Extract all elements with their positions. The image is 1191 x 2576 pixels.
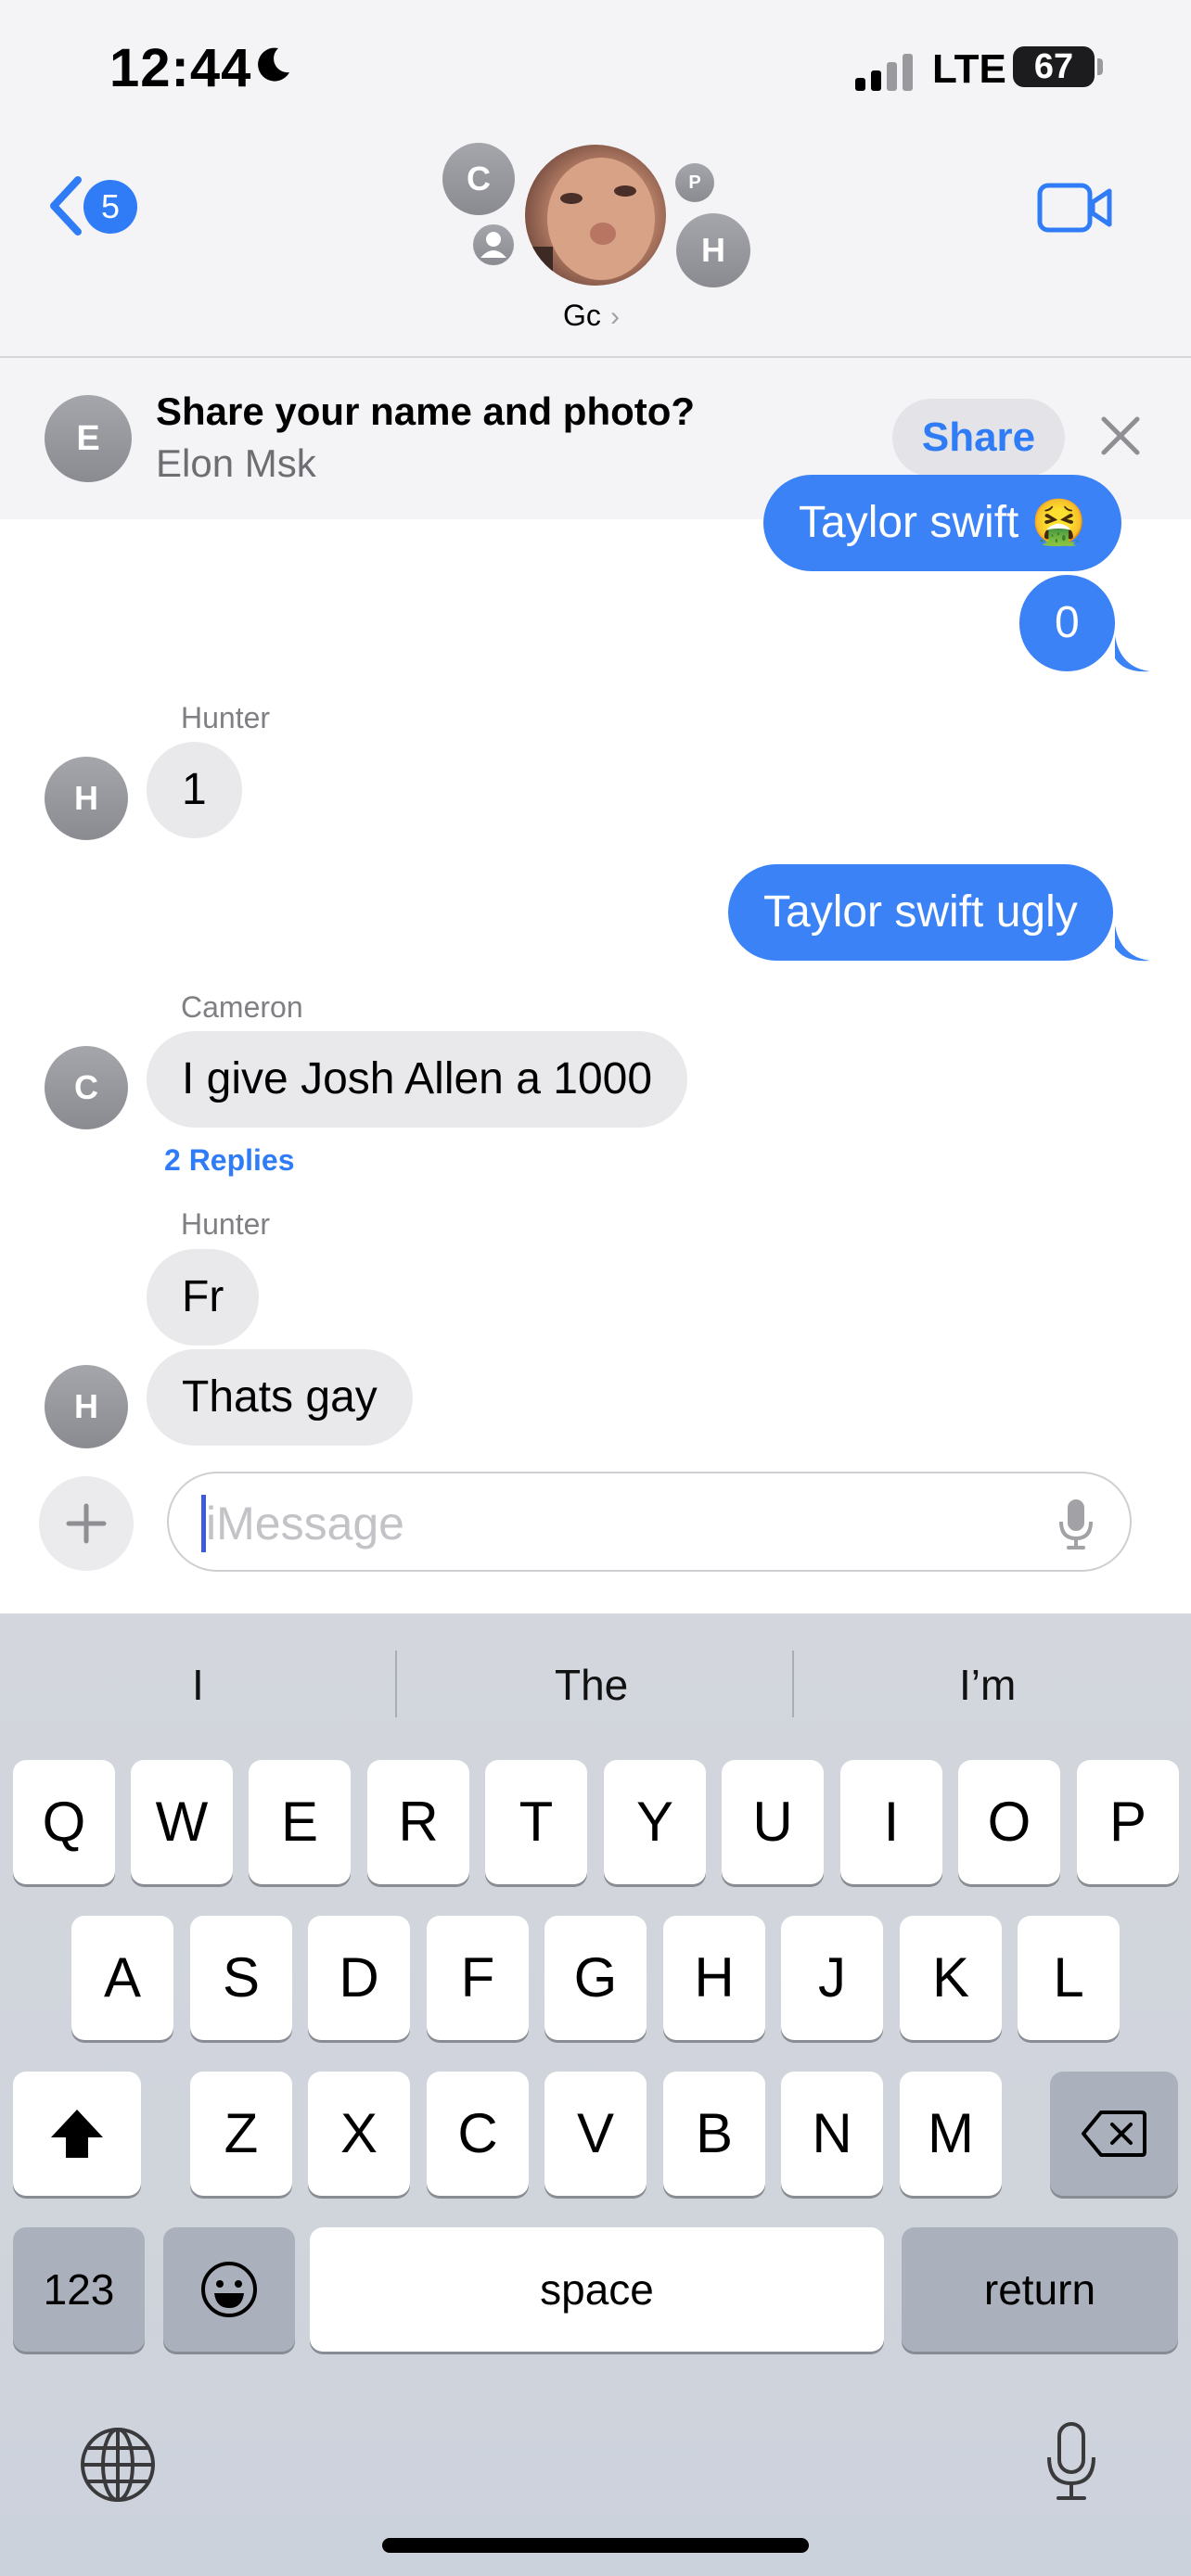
key-h[interactable]: H	[663, 1916, 765, 2040]
sender-name: Hunter	[181, 1207, 271, 1241]
cellular-signal-icon	[855, 54, 913, 91]
key-a[interactable]: A	[71, 1916, 173, 2040]
emoji-key[interactable]	[163, 2227, 295, 2352]
delete-icon	[1082, 2111, 1146, 2157]
video-call-icon[interactable]	[1037, 182, 1113, 234]
bubble-tail	[1115, 925, 1150, 962]
emoji-icon	[201, 2262, 257, 2317]
key-f[interactable]: F	[427, 1916, 529, 2040]
moon-icon	[258, 47, 289, 82]
key-l[interactable]: L	[1018, 1916, 1120, 2040]
replies-link[interactable]: 2 Replies	[164, 1143, 295, 1178]
back-chevron-icon[interactable]	[46, 176, 83, 236]
key-c[interactable]: C	[427, 2072, 529, 2196]
sender-name: Cameron	[181, 990, 303, 1024]
key-p[interactable]: P	[1077, 1760, 1179, 1884]
delete-key[interactable]	[1050, 2072, 1178, 2196]
dictation-mic-icon[interactable]	[1057, 1498, 1095, 1551]
key-d[interactable]: D	[308, 1916, 410, 2040]
suggestion-divider	[395, 1651, 397, 1717]
plus-icon	[66, 1503, 107, 1544]
chevron-right-icon[interactable]: ›	[610, 301, 620, 333]
message-input-placeholder: iMessage	[206, 1498, 404, 1549]
suggestion-2[interactable]: The	[555, 1660, 628, 1710]
status-time: 12:44	[109, 38, 252, 98]
banner-subtitle: Elon Msk	[156, 441, 316, 485]
key-r[interactable]: R	[367, 1760, 469, 1884]
message-bubble-outgoing[interactable]: Taylor swift ugly	[728, 864, 1113, 961]
suggestion-3[interactable]: I’m	[959, 1660, 1016, 1710]
key-v[interactable]: V	[544, 2072, 647, 2196]
keyboard-mic-icon[interactable]	[1044, 2420, 1099, 2504]
suggestion-1[interactable]: I	[192, 1660, 204, 1710]
shift-key[interactable]	[13, 2072, 141, 2196]
message-bubble-incoming[interactable]: Thats gay	[147, 1349, 413, 1446]
key-e[interactable]: E	[249, 1760, 351, 1884]
sender-name: Hunter	[181, 701, 271, 734]
sender-avatar[interactable]: C	[45, 1046, 128, 1129]
key-j[interactable]: J	[781, 1916, 883, 2040]
key-t[interactable]: T	[485, 1760, 587, 1884]
network-type: LTE	[932, 46, 1006, 92]
person-icon	[473, 224, 514, 265]
key-b[interactable]: B	[663, 2072, 765, 2196]
key-u[interactable]: U	[722, 1760, 824, 1884]
key-y[interactable]: Y	[604, 1760, 706, 1884]
return-key[interactable]: return	[902, 2227, 1178, 2352]
bubble-tail	[1115, 636, 1150, 672]
avatar-p[interactable]: P	[675, 163, 714, 202]
key-m[interactable]: M	[900, 2072, 1002, 2196]
sender-avatar[interactable]: H	[45, 757, 128, 840]
battery-indicator: 67	[1013, 46, 1095, 87]
home-indicator[interactable]	[382, 2538, 809, 2553]
shift-icon	[51, 2110, 103, 2158]
key-i[interactable]: I	[840, 1760, 942, 1884]
key-g[interactable]: G	[544, 1916, 647, 2040]
avatar-h[interactable]: H	[676, 213, 750, 287]
message-bubble-incoming[interactable]: Fr	[147, 1249, 260, 1345]
key-z[interactable]: Z	[190, 2072, 292, 2196]
battery-tip	[1097, 58, 1103, 75]
key-s[interactable]: S	[190, 1916, 292, 2040]
message-bubble-outgoing[interactable]: 0	[1019, 575, 1115, 671]
space-key[interactable]: space	[310, 2227, 884, 2352]
group-photo[interactable]	[525, 145, 666, 286]
key-k[interactable]: K	[900, 1916, 1002, 2040]
key-q[interactable]: Q	[13, 1760, 115, 1884]
key-x[interactable]: X	[308, 2072, 410, 2196]
unread-count-badge[interactable]: 5	[83, 180, 137, 234]
message-bubble-incoming[interactable]: I give Josh Allen a 1000	[147, 1031, 688, 1128]
globe-icon[interactable]	[79, 2426, 157, 2504]
sender-avatar[interactable]: H	[45, 1365, 128, 1448]
numbers-key[interactable]: 123	[13, 2227, 145, 2352]
close-icon[interactable]	[1100, 415, 1141, 456]
key-w[interactable]: W	[131, 1760, 233, 1884]
key-n[interactable]: N	[781, 2072, 883, 2196]
avatar-e: E	[45, 395, 132, 482]
message-bubble-outgoing[interactable]: Taylor swift 🤮	[763, 475, 1122, 571]
message-bubble-incoming[interactable]: 1	[147, 742, 242, 838]
banner-title: Share your name and photo?	[156, 389, 696, 433]
key-o[interactable]: O	[958, 1760, 1060, 1884]
share-button[interactable]: Share	[892, 399, 1065, 477]
group-name[interactable]: Gc	[563, 299, 601, 333]
avatar-c[interactable]: C	[442, 143, 515, 215]
suggestion-divider	[792, 1651, 794, 1717]
plus-button[interactable]	[39, 1476, 134, 1571]
